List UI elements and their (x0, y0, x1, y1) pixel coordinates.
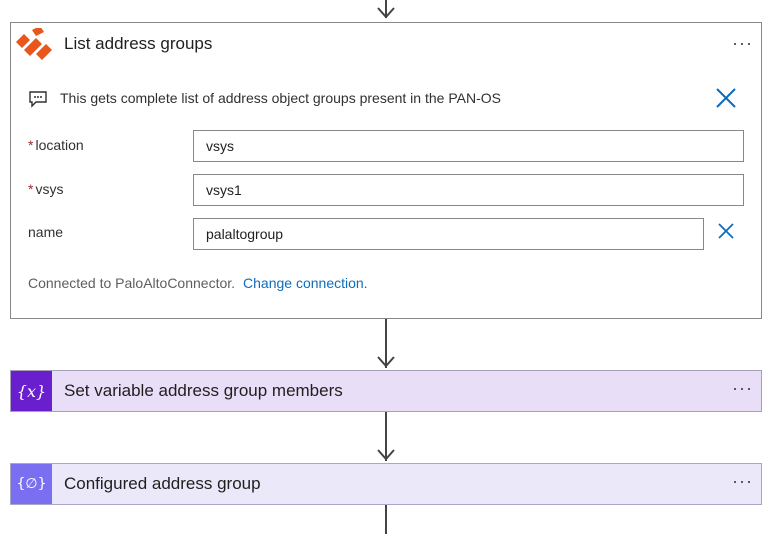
paloalto-logo-icon (16, 28, 52, 60)
variable-icon: {x} (11, 371, 52, 411)
name-label: name (28, 224, 64, 240)
location-label: * location (28, 137, 84, 153)
compose-icon: {∅} (11, 464, 52, 504)
card-title: List address groups (64, 34, 213, 53)
action-description: This gets complete list of address objec… (60, 90, 501, 106)
required-marker: * (28, 137, 34, 153)
required-marker: * (28, 181, 34, 197)
more-options-icon[interactable]: ··· (732, 471, 753, 492)
connector-bottom (385, 505, 387, 534)
step-title: Set variable address group members (64, 381, 343, 400)
clear-name-field-icon[interactable] (717, 222, 735, 240)
arrow-down-icon (377, 7, 395, 19)
vsys-label: * vsys (28, 181, 64, 197)
close-description-icon[interactable] (715, 87, 737, 109)
more-options-icon[interactable]: ··· (732, 33, 753, 54)
connection-info: Connected to PaloAltoConnector. Change co… (28, 275, 368, 291)
list-address-groups-card[interactable]: List address groups ··· This gets comple… (10, 22, 762, 319)
arrow-down-icon (377, 356, 395, 368)
configured-address-group-step[interactable]: {∅} Configured address group ··· (10, 463, 762, 505)
change-connection-link[interactable]: Change connection. (243, 275, 368, 291)
comment-icon (29, 91, 47, 108)
step-title: Configured address group (64, 474, 261, 493)
set-variable-step[interactable]: {x} Set variable address group members ·… (10, 370, 762, 412)
name-field[interactable]: palaltogroup (193, 218, 704, 250)
arrow-down-icon (377, 449, 395, 461)
vsys-field[interactable]: vsys1 (193, 174, 744, 206)
connection-text: Connected to PaloAltoConnector. (28, 275, 236, 291)
location-field[interactable]: vsys (193, 130, 744, 162)
more-options-icon[interactable]: ··· (732, 378, 753, 399)
card-header[interactable]: List address groups ··· (11, 23, 761, 67)
